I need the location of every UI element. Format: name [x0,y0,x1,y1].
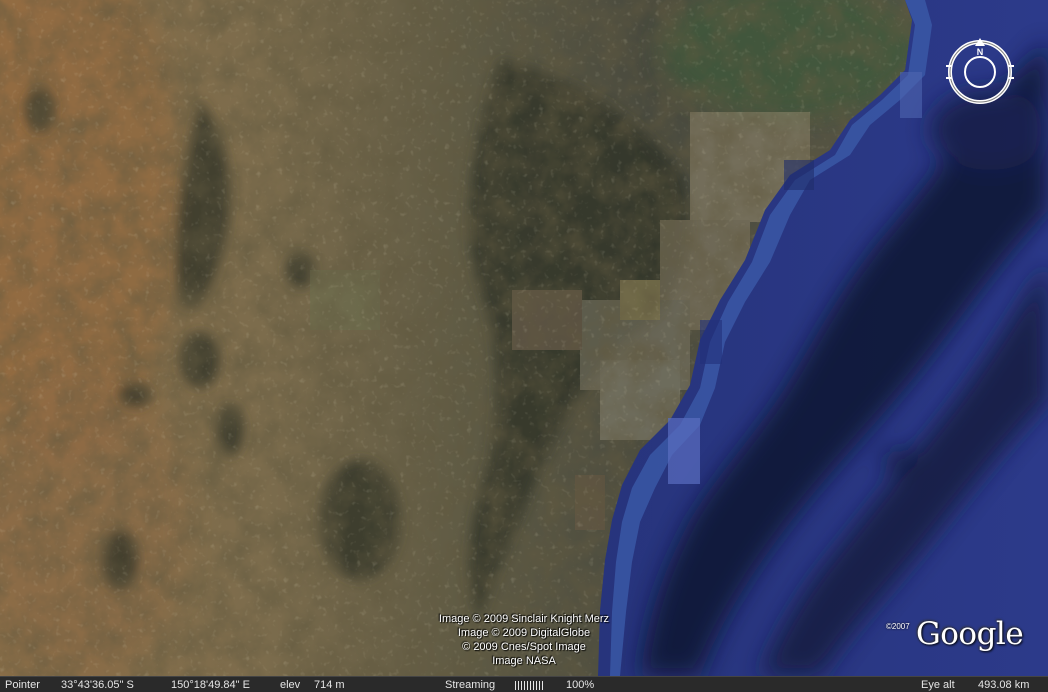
attribution-line: Image NASA [492,655,556,667]
imagery-attribution: Image © 2009 Sinclair Knight Merz Image … [396,612,652,668]
streaming-tick [530,681,531,690]
status-bar: Pointer 33°43'36.05" S 150°18'49.84" E e… [0,676,1048,692]
imagery-tile [784,160,814,190]
elevation-value: 714 m [314,679,345,691]
streaming-label: Streaming [445,679,496,691]
compass-north-label: N [977,47,984,57]
google-logo: ©2007 Google [886,614,1036,664]
streaming-progress-bar [515,681,543,690]
streaming-tick [542,681,543,690]
pointer-label: Pointer [5,679,40,691]
streaming-tick [536,681,537,690]
imagery-tile [668,418,700,484]
streaming-tick [518,681,519,690]
streaming-tick [521,681,522,690]
pointer-latitude: 33°43'36.05" S [61,679,134,691]
eye-alt-label: Eye alt [921,679,955,691]
attribution-line: © 2009 Cnes/Spot Image [462,641,586,653]
eye-alt-value: 493.08 km [978,679,1030,691]
streaming-tick [524,681,525,690]
streaming-tick [527,681,528,690]
elevation-label: elev [280,679,301,691]
imagery-tile [700,320,722,364]
logo-text: Google [916,616,1024,652]
compass-icon[interactable]: N [944,36,1016,108]
attribution-line: Image © 2009 Sinclair Knight Merz [438,613,610,625]
streaming-tick [539,681,540,690]
streaming-tick [515,681,516,690]
streaming-percent: 100% [566,679,595,691]
satellite-map[interactable] [0,0,1048,676]
streaming-tick [533,681,534,690]
pointer-longitude: 150°18'49.84" E [171,679,250,691]
logo-copyright: ©2007 [886,622,910,631]
imagery-tile [900,72,922,118]
earth-viewer[interactable]: N Image © 2009 Sinclair Knight Merz Imag… [0,0,1048,692]
attribution-line: Image © 2009 DigitalGlobe [457,627,591,639]
